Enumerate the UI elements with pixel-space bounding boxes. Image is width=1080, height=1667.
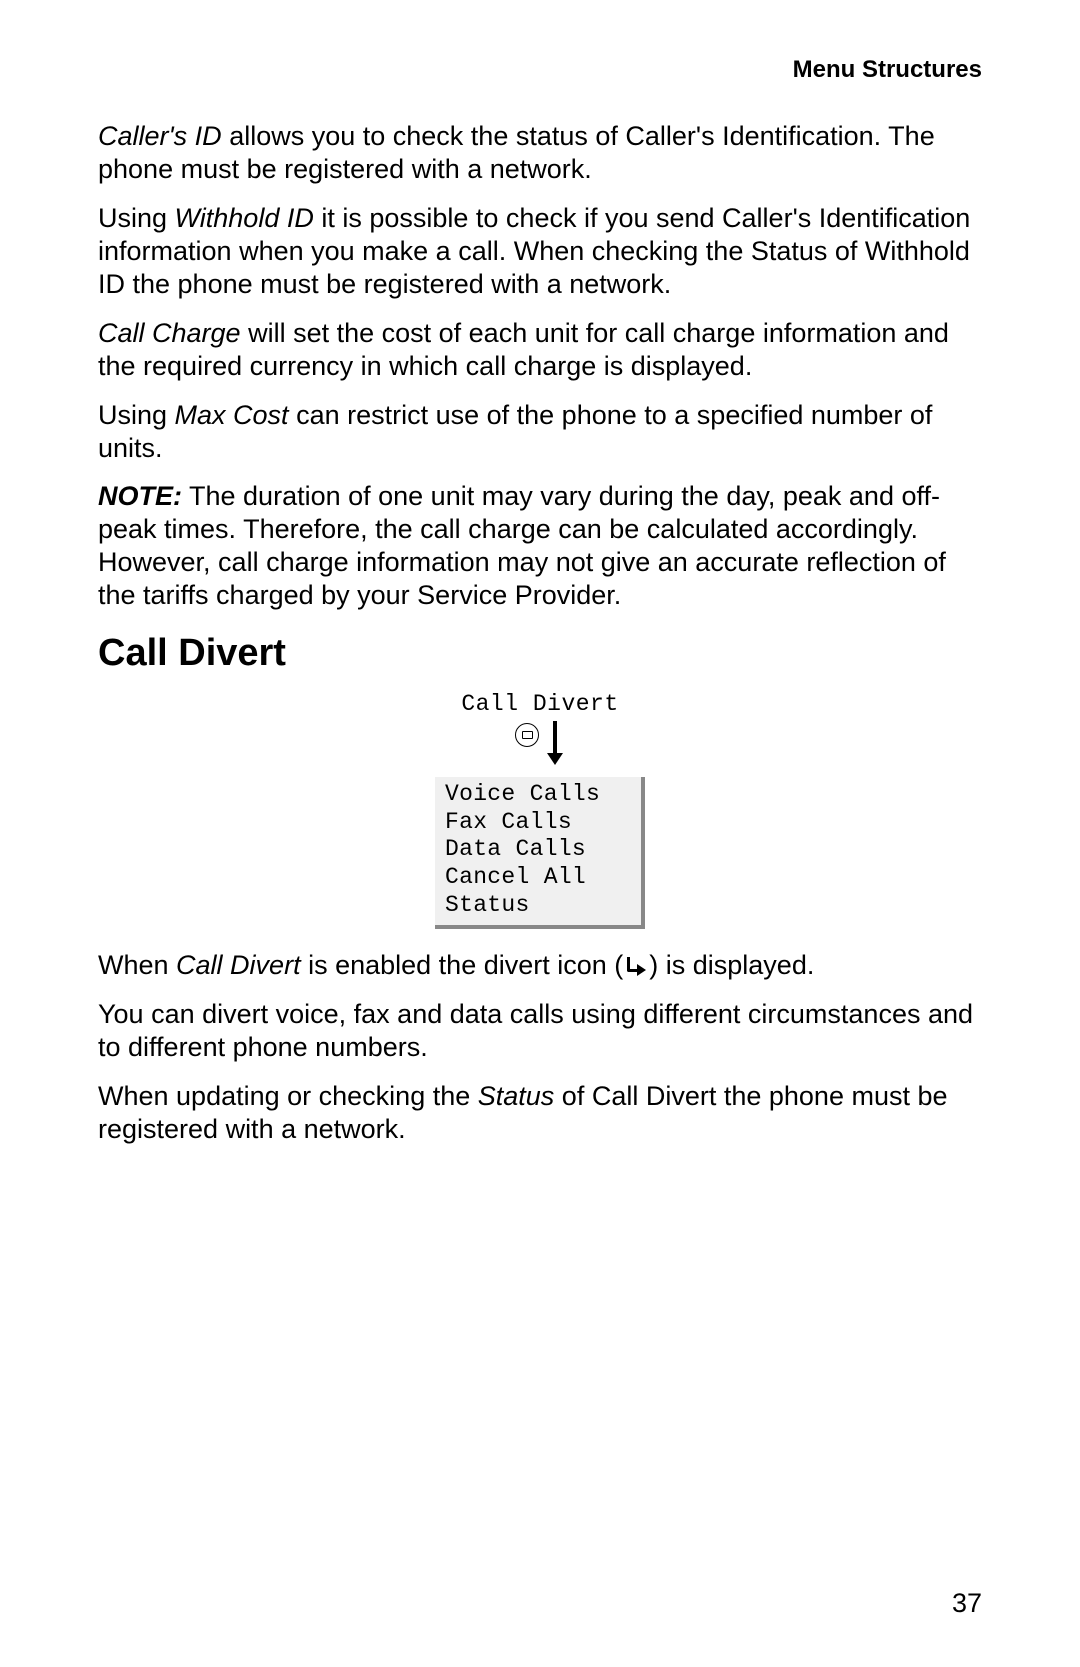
paragraph-callers-id: Caller's ID allows you to check the stat… xyxy=(98,120,982,186)
call-divert-diagram: Call Divert Voice Calls Fax Calls Data C… xyxy=(390,691,690,929)
menu-item: Cancel All xyxy=(445,864,631,892)
text: Using xyxy=(98,203,175,233)
term-max-cost: Max Cost xyxy=(175,400,289,430)
text: is enabled the divert icon ( xyxy=(301,950,624,980)
term-status: Status xyxy=(478,1081,555,1111)
page-number: 37 xyxy=(952,1588,982,1619)
term-call-charge: Call Charge xyxy=(98,318,241,348)
paragraph-divert-types: You can divert voice, fax and data calls… xyxy=(98,998,982,1064)
term-withhold-id: Withhold ID xyxy=(175,203,314,233)
paragraph-note: NOTE: The duration of one unit may vary … xyxy=(98,480,982,612)
text: When xyxy=(98,950,176,980)
menu-item: Fax Calls xyxy=(445,809,631,837)
text: When updating or checking the xyxy=(98,1081,478,1111)
paragraph-divert-enabled: When Call Divert is enabled the divert i… xyxy=(98,949,982,982)
menu-item: Status xyxy=(445,892,631,920)
diagram-title: Call Divert xyxy=(390,691,690,717)
down-arrow-icon xyxy=(545,719,565,765)
term-callers-id: Caller's ID xyxy=(98,121,222,151)
paragraph-withhold-id: Using Withhold ID it is possible to chec… xyxy=(98,202,982,301)
note-label: NOTE: xyxy=(98,481,182,511)
section-heading-call-divert: Call Divert xyxy=(98,632,982,675)
paragraph-divert-status: When updating or checking the Status of … xyxy=(98,1080,982,1146)
text: allows you to check the status of Caller… xyxy=(98,121,935,184)
divert-icon xyxy=(625,957,647,977)
select-button-icon xyxy=(515,723,539,747)
text: Using xyxy=(98,400,175,430)
menu-item: Voice Calls xyxy=(445,781,631,809)
diagram-arrow-row xyxy=(390,719,690,767)
text: ) is displayed. xyxy=(649,950,814,980)
page-header: Menu Structures xyxy=(98,56,982,84)
menu-item: Data Calls xyxy=(445,836,631,864)
note-text: The duration of one unit may vary during… xyxy=(98,481,946,610)
menu-options-box: Voice Calls Fax Calls Data Calls Cancel … xyxy=(435,777,645,929)
paragraph-call-charge: Call Charge will set the cost of each un… xyxy=(98,317,982,383)
paragraph-max-cost: Using Max Cost can restrict use of the p… xyxy=(98,399,982,465)
term-call-divert: Call Divert xyxy=(176,950,301,980)
